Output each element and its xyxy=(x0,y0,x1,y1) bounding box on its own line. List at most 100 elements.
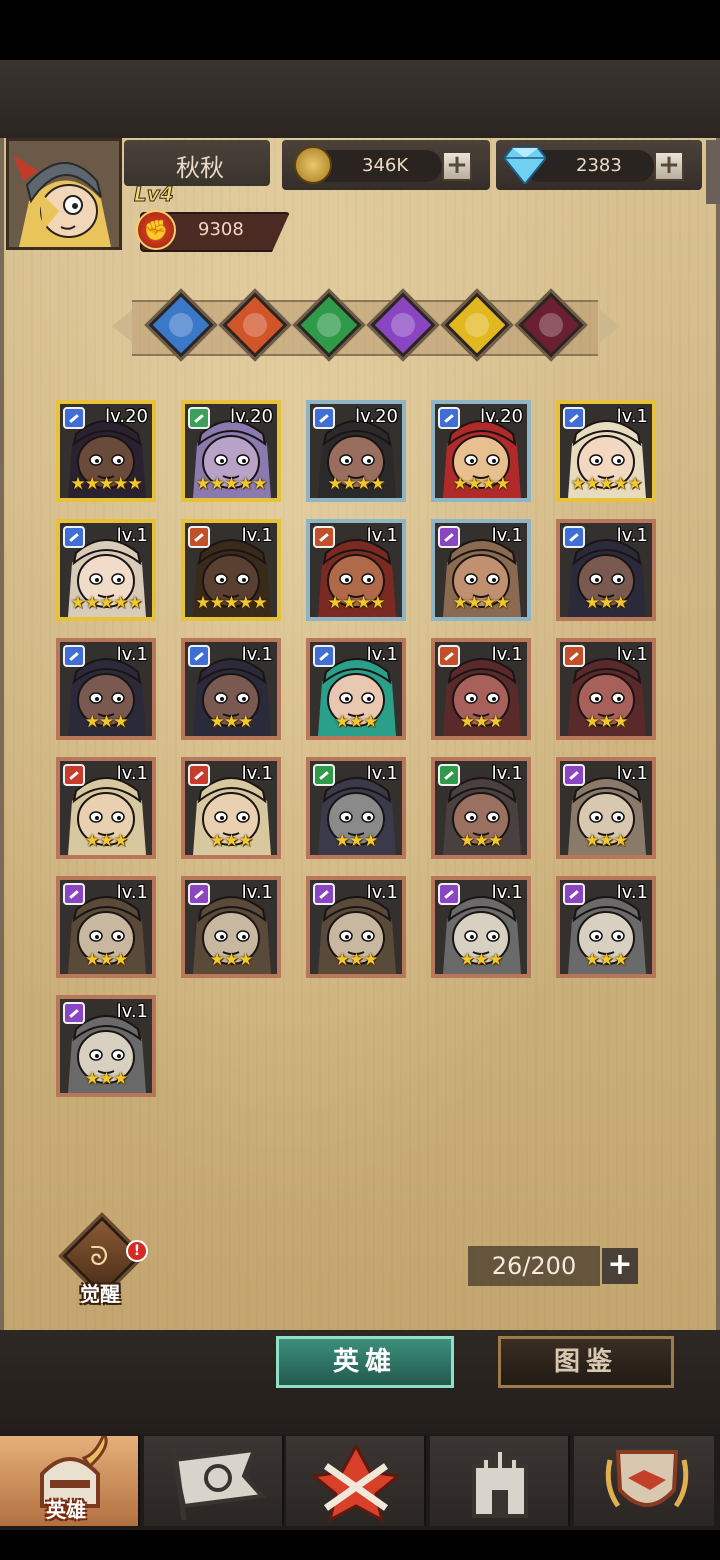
hero-stars: ★★★ xyxy=(84,831,129,851)
hero-card[interactable]: lv.1 ★★★ xyxy=(556,757,656,859)
hero-level: lv.20 xyxy=(355,406,398,427)
hero-class-icon xyxy=(188,526,210,548)
hero-card[interactable]: lv.1 ★★★ xyxy=(306,876,406,978)
hero-stars: ★★★★★ xyxy=(195,474,267,494)
hero-level: lv.1 xyxy=(241,882,273,903)
add-gold-button[interactable]: + xyxy=(442,151,472,181)
hero-stars: ★★★ xyxy=(459,950,504,970)
awaken-button[interactable]: ᘐ ! 觉醒 xyxy=(58,1212,150,1308)
hero-class-icon xyxy=(438,883,460,905)
hero-stars: ★★★★ xyxy=(327,593,386,613)
power-value: 9308 xyxy=(198,219,244,240)
hero-class-icon xyxy=(63,645,85,667)
hero-stars: ★★★ xyxy=(209,831,254,851)
hero-level: lv.1 xyxy=(241,525,273,546)
player-avatar[interactable] xyxy=(6,138,122,250)
status-area xyxy=(0,0,720,60)
hero-class-icon xyxy=(563,764,585,786)
hero-class-icon xyxy=(313,764,335,786)
hero-stars: ★★★★★ xyxy=(70,593,142,613)
hero-level: lv.1 xyxy=(616,644,648,665)
hero-stars: ★★★★★ xyxy=(70,474,142,494)
hero-card[interactable]: lv.1 ★★★★ xyxy=(306,519,406,621)
system-bar xyxy=(0,1530,720,1560)
hero-card[interactable]: lv.1 ★★★★★ xyxy=(56,519,156,621)
hero-card[interactable]: lv.1 ★★★★★ xyxy=(181,519,281,621)
hero-level: lv.1 xyxy=(116,525,148,546)
hero-card[interactable]: lv.1 ★★★ xyxy=(431,757,531,859)
hero-card[interactable]: lv.1 ★★★ xyxy=(181,876,281,978)
player-level: Lv4 xyxy=(134,182,175,207)
hero-card[interactable]: lv.1 ★★★ xyxy=(181,757,281,859)
hero-class-icon xyxy=(563,645,585,667)
add-gems-button[interactable]: + xyxy=(654,151,684,181)
hero-card[interactable]: lv.1 ★★★ xyxy=(56,757,156,859)
gem-core xyxy=(164,308,198,342)
hero-card[interactable]: lv.1 ★★★ xyxy=(431,876,531,978)
nav-battle[interactable] xyxy=(286,1436,426,1526)
hero-card[interactable]: lv.1 ★★★★★ xyxy=(556,400,656,502)
expand-capacity-button[interactable]: + xyxy=(602,1248,638,1284)
hero-level: lv.1 xyxy=(491,882,523,903)
hero-level: lv.1 xyxy=(616,882,648,903)
nav-castle[interactable] xyxy=(430,1436,570,1526)
hero-class-icon xyxy=(313,407,335,429)
hero-level: lv.1 xyxy=(241,644,273,665)
filter-left-arrow-icon[interactable] xyxy=(112,310,132,342)
hero-class-icon xyxy=(438,407,460,429)
hero-stars: ★★★ xyxy=(334,950,379,970)
awaken-label: 觉醒 xyxy=(80,1282,120,1306)
tab-heroes[interactable]: 英雄 xyxy=(276,1336,454,1388)
gem-value: 2383 xyxy=(576,155,622,176)
handshake-shield-icon xyxy=(605,1450,689,1508)
filter-right-arrow-icon[interactable] xyxy=(600,310,620,342)
hero-level: lv.1 xyxy=(616,525,648,546)
hero-card[interactable]: lv.20 ★★★★ xyxy=(431,400,531,502)
hero-card[interactable]: lv.1 ★★★ xyxy=(431,638,531,740)
hero-level: lv.1 xyxy=(241,763,273,784)
gem-core xyxy=(460,308,494,342)
hero-card[interactable]: lv.1 ★★★ xyxy=(56,638,156,740)
hero-card[interactable]: lv.20 ★★★★★ xyxy=(181,400,281,502)
gem-core xyxy=(386,308,420,342)
hero-level: lv.1 xyxy=(116,644,148,665)
hero-card[interactable]: lv.1 ★★★ xyxy=(56,995,156,1097)
hero-stars: ★★★ xyxy=(584,593,629,613)
hero-card[interactable]: lv.1 ★★★ xyxy=(181,638,281,740)
hero-stars: ★★★ xyxy=(334,712,379,732)
gem-core xyxy=(238,308,272,342)
hero-level: lv.1 xyxy=(491,763,523,784)
gold-coin-icon xyxy=(294,146,332,184)
hero-level: lv.1 xyxy=(616,763,648,784)
swirl-icon: ᘐ xyxy=(90,1242,109,1272)
hero-card[interactable]: lv.1 ★★★ xyxy=(306,638,406,740)
hero-level: lv.20 xyxy=(105,406,148,427)
hero-class-icon xyxy=(63,407,85,429)
hero-card[interactable]: lv.1 ★★★ xyxy=(56,876,156,978)
hero-card[interactable]: lv.20 ★★★★ xyxy=(306,400,406,502)
hero-level: lv.1 xyxy=(366,644,398,665)
hero-stars: ★★★ xyxy=(334,831,379,851)
nav-guild[interactable] xyxy=(574,1436,714,1526)
hero-class-icon xyxy=(313,883,335,905)
hero-level: lv.1 xyxy=(491,644,523,665)
player-name: 秋秋 xyxy=(176,154,224,182)
gold-value: 346K xyxy=(362,155,409,176)
hero-class-icon xyxy=(313,526,335,548)
tab-codex[interactable]: 图鉴 xyxy=(498,1336,674,1388)
hero-card[interactable]: lv.1 ★★★ xyxy=(556,876,656,978)
fist-icon: ✊ xyxy=(136,210,176,250)
hero-card[interactable]: lv.20 ★★★★★ xyxy=(56,400,156,502)
hero-level: lv.1 xyxy=(616,406,648,427)
knight-portrait-icon xyxy=(9,141,119,247)
hero-card[interactable]: lv.1 ★★★★ xyxy=(431,519,531,621)
hero-card[interactable]: lv.1 ★★★ xyxy=(556,638,656,740)
hero-stars: ★★★★ xyxy=(327,474,386,494)
gem-core xyxy=(534,308,568,342)
banner-icon xyxy=(171,1445,267,1521)
hero-card[interactable]: lv.1 ★★★ xyxy=(556,519,656,621)
hero-class-icon xyxy=(63,526,85,548)
hero-card[interactable]: lv.1 ★★★ xyxy=(306,757,406,859)
hero-class-icon xyxy=(63,764,85,786)
nav-adventure[interactable] xyxy=(144,1436,284,1526)
